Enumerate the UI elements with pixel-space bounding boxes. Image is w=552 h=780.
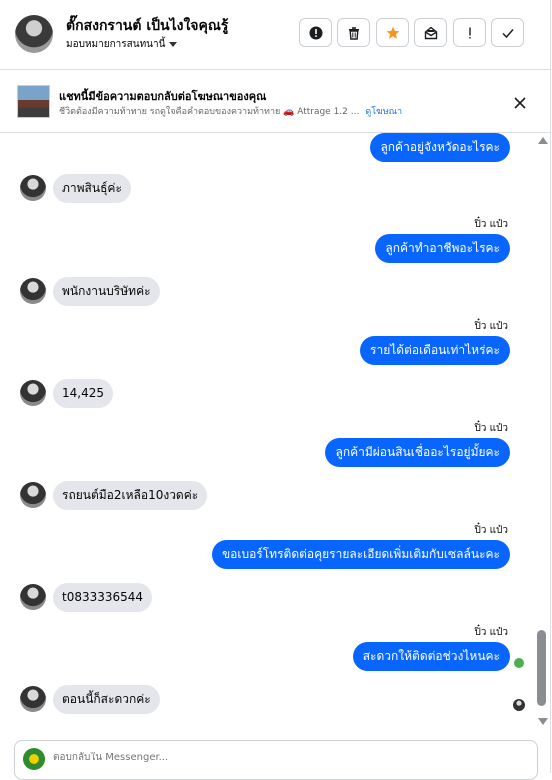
sender-avatar (20, 175, 46, 201)
message-outgoing[interactable]: ขอเบอร์โทรติดต่อคุยรายละเอียดเพิ่มเติมกั… (211, 540, 510, 569)
seen-by-label: ปิ๋ว แป๋ว (474, 627, 508, 638)
message-incoming[interactable]: ตอนนี้ก็สะดวกค่ะ (53, 685, 160, 714)
view-ad-link[interactable]: ดูโฆษณา (365, 107, 402, 117)
chevron-down-icon (169, 42, 178, 47)
close-icon (514, 97, 526, 109)
assign-conversation-dropdown[interactable]: มอบหมายการสนทนานี้ (66, 37, 178, 52)
ad-caption: ชีวิตต้องมีความท้าทาย รถดูใจคือคำตอบของค… (59, 107, 360, 117)
message-incoming[interactable]: ภาพสินธุ์ค่ะ (53, 174, 131, 203)
conversation-header: ตั๊กสงกรานต์ เป็นไงใจคุณรู้ มอบหมายการสน… (0, 0, 551, 70)
star-button[interactable] (376, 18, 409, 47)
check-icon (501, 28, 514, 38)
alert-circle-icon (309, 26, 322, 39)
message-outgoing[interactable]: ลูกค้าอยู่จังหวัดอะไรคะ (370, 133, 510, 162)
seen-by-label: ปิ๋ว แป๋ว (474, 423, 508, 434)
message-outgoing[interactable]: สะดวกให้ติดต่อช่วงไหนคะ (352, 642, 510, 671)
seen-indicator-icon (513, 657, 525, 669)
message-outgoing[interactable]: ลูกค้าทำอาชีพอะไรคะ (375, 234, 510, 263)
thread-scrollbar[interactable] (536, 133, 550, 733)
seen-by-label: ปิ๋ว แป๋ว (474, 321, 508, 332)
ad-reply-banner: แชทนี้มีข้อความตอบกลับต่อโฆษณาของคุณ ชีว… (0, 71, 551, 133)
read-receipt-avatar (513, 699, 525, 711)
delete-button[interactable] (337, 18, 370, 47)
contact-avatar[interactable] (15, 15, 53, 53)
mark-unread-icon (424, 26, 437, 39)
ad-banner-title: แชทนี้มีข้อความตอบกลับต่อโฆษณาของคุณ (59, 90, 267, 103)
reply-input[interactable] (53, 752, 453, 763)
spam-button[interactable] (299, 18, 332, 47)
sender-avatar (20, 278, 46, 304)
message-outgoing[interactable]: รายได้ต่อเดือนเท่าไหร่คะ (360, 336, 510, 365)
seen-by-label: ปิ๋ว แป๋ว (474, 525, 508, 536)
sender-avatar (20, 584, 46, 610)
seen-by-label: ปิ๋ว แป๋ว (474, 219, 508, 230)
messenger-panel: ตั๊กสงกรานต์ เป็นไงใจคุณรู้ มอบหมายการสน… (0, 0, 551, 780)
reply-composer[interactable] (14, 740, 538, 780)
message-incoming[interactable]: 14,425 (53, 379, 113, 408)
sender-avatar (20, 482, 46, 508)
mark-done-button[interactable] (491, 18, 524, 47)
contact-name[interactable]: ตั๊กสงกรานต์ เป็นไงใจคุณรู้ (66, 15, 228, 37)
assign-label: มอบหมายการสนทนานี้ (66, 39, 166, 50)
message-incoming[interactable]: รถยนต์มือ2เหลือ10งวดค่ะ (53, 481, 208, 510)
scroll-up-arrow-icon[interactable] (538, 137, 548, 144)
message-thread[interactable]: ลูกค้าอยู่จังหวัดอะไรคะ ภาพสินธุ์ค่ะ ปิ๋… (0, 133, 536, 733)
message-incoming[interactable]: t0833336544 (53, 583, 153, 612)
flag-button[interactable] (453, 18, 486, 47)
ad-thumbnail[interactable] (17, 85, 50, 118)
message-incoming[interactable]: พนักงานบริษัทค่ะ (53, 277, 160, 306)
sender-avatar (20, 380, 46, 406)
trash-icon (348, 26, 359, 40)
scrollbar-thumb[interactable] (537, 630, 546, 706)
ad-banner-subtitle: ชีวิตต้องมีความท้าทาย รถดูใจคือคำตอบของค… (59, 104, 402, 118)
close-banner-button[interactable] (510, 93, 530, 113)
mark-unread-button[interactable] (414, 18, 447, 47)
scroll-down-arrow-icon[interactable] (538, 718, 548, 725)
message-outgoing[interactable]: ลูกค้ามีผ่อนสินเชื่ออะไรอยู่มั้ยคะ (325, 438, 510, 467)
sender-avatar (20, 686, 46, 712)
star-icon (386, 26, 399, 39)
page-avatar (23, 748, 45, 770)
exclamation-icon (468, 27, 471, 38)
